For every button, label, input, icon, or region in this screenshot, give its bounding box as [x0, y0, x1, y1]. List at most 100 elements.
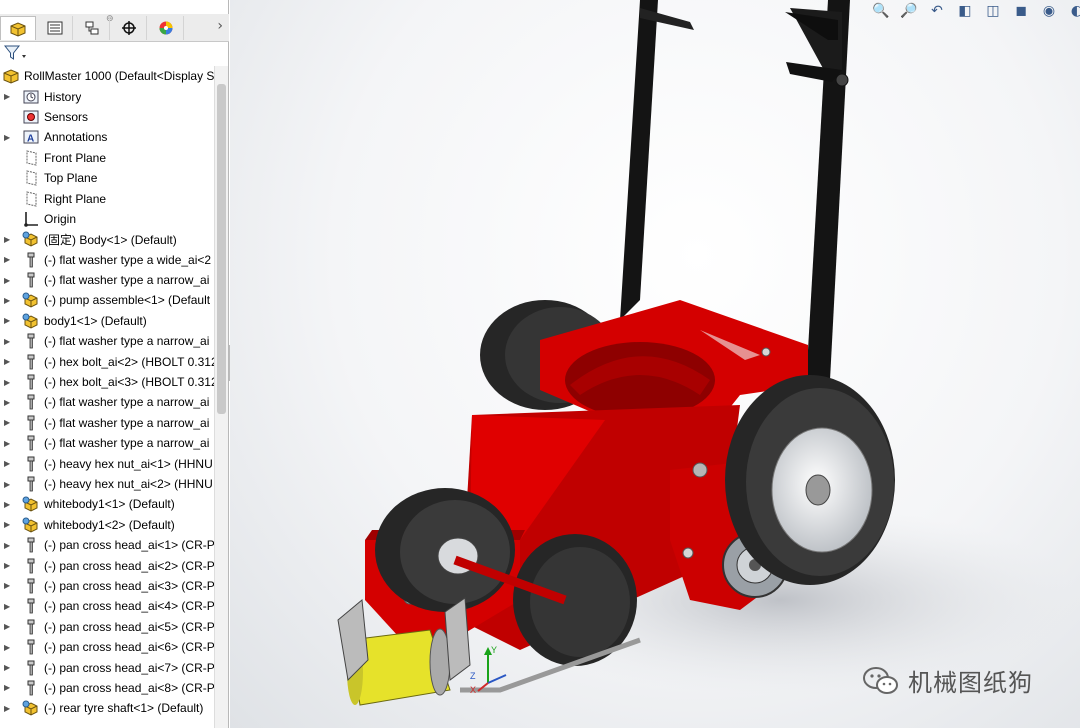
tree-item[interactable]: ▶ (-) pan cross head_ai<3> (CR-P	[0, 576, 214, 596]
tree-item[interactable]: Front Plane	[0, 148, 214, 168]
filter-icon[interactable]	[4, 45, 28, 61]
previous-view-icon[interactable]: ↶	[926, 1, 948, 21]
triad-y-label: Y	[491, 645, 497, 655]
configuration-manager-tab[interactable]	[74, 16, 110, 40]
expand-arrow-icon[interactable]: ▶	[4, 480, 14, 489]
expand-arrow-icon[interactable]: ▶	[4, 276, 14, 285]
tree-item[interactable]: ▶ whitebody1<2> (Default)	[0, 515, 214, 535]
expand-arrow-icon[interactable]: ▶	[4, 296, 14, 305]
part-icon	[22, 660, 40, 676]
tree-item-label: (-) pan cross head_ai<2> (CR-P	[44, 558, 214, 573]
tree-item-label: (-) pump assemble<1> (Default	[44, 293, 211, 308]
chevron-right-icon[interactable]: ›	[217, 18, 223, 34]
expand-arrow-icon[interactable]: ▶	[4, 378, 14, 387]
tree-item[interactable]: ▶ (-) hex bolt_ai<3> (HBOLT 0.312	[0, 372, 214, 392]
tree-item[interactable]: ▶ (-) flat washer type a wide_ai<2	[0, 250, 214, 270]
triad-z-label: Z	[470, 671, 476, 681]
expand-arrow-icon[interactable]: ▶	[4, 398, 14, 407]
display-manager-tab[interactable]	[148, 16, 184, 40]
display-style-icon[interactable]: ◼	[1010, 1, 1032, 21]
tree-item[interactable]: ▶ (-) pan cross head_ai<1> (CR-P	[0, 535, 214, 555]
tree-item-label: (-) pan cross head_ai<1> (CR-P	[44, 538, 214, 553]
tree-item[interactable]: ▶ (-) hex bolt_ai<2> (HBOLT 0.312	[0, 351, 214, 371]
expand-arrow-icon[interactable]: ▶	[4, 500, 14, 509]
tree-item[interactable]: ▶ History	[0, 86, 214, 106]
tree-item[interactable]: ▶ (-) flat washer type a narrow_ai	[0, 413, 214, 433]
tree-item[interactable]: ▶ (-) heavy hex nut_ai<1> (HHNU	[0, 453, 214, 473]
tree-item[interactable]: ▶ (-) pan cross head_ai<6> (CR-P	[0, 637, 214, 657]
feature-tree: RollMaster 1000 (Default<Display St ▶ Hist…	[0, 66, 214, 728]
hide-show-icon[interactable]: ◉	[1038, 1, 1060, 21]
tree-item[interactable]: ▶ whitebody1<1> (Default)	[0, 494, 214, 514]
tree-item[interactable]: ▶ (-) pan cross head_ai<2> (CR-P	[0, 555, 214, 575]
tree-scrollbar[interactable]	[214, 66, 228, 728]
expand-arrow-icon[interactable]: ▶	[4, 316, 14, 325]
view-orientation-icon[interactable]: ◫	[982, 1, 1004, 21]
property-list-icon	[47, 21, 62, 35]
expand-arrow-icon[interactable]: ▶	[4, 683, 14, 692]
tree-item-label: Top Plane	[44, 171, 98, 186]
tree-item-label: (-) flat washer type a narrow_ai	[44, 334, 210, 349]
configuration-icon	[85, 21, 98, 35]
expand-arrow-icon[interactable]: ▶	[4, 418, 14, 427]
expand-arrow-icon[interactable]: ▶	[4, 235, 14, 244]
tree-item[interactable]: ▶ A Annotations	[0, 127, 214, 147]
rear-right-wheel[interactable]	[725, 375, 895, 585]
tree-item[interactable]: ▶ (-) flat washer type a narrow_ai	[0, 270, 214, 290]
model-view[interactable]	[230, 0, 1080, 728]
expand-arrow-icon[interactable]: ▶	[4, 133, 14, 142]
expand-arrow-icon[interactable]: ▶	[4, 541, 14, 550]
expand-arrow-icon[interactable]: ▶	[4, 602, 14, 611]
subassembly-icon	[22, 313, 40, 329]
expand-arrow-icon[interactable]: ▶	[4, 663, 14, 672]
graphics-area[interactable]: 🔍🔎↶◧◫◼◉◐◭▭ Y Z X	[230, 0, 1080, 728]
expand-arrow-icon[interactable]: ▶	[4, 255, 14, 264]
zoom-to-fit-icon[interactable]: 🔍	[870, 1, 892, 21]
expand-arrow-icon[interactable]: ▶	[4, 439, 14, 448]
tree-root-item[interactable]: RollMaster 1000 (Default<Display St	[0, 66, 214, 86]
edit-appearance-icon[interactable]: ◐	[1066, 1, 1080, 21]
expand-arrow-icon[interactable]: ▶	[4, 704, 14, 713]
tree-item[interactable]: ▶ (-) pan cross head_ai<7> (CR-P	[0, 657, 214, 677]
section-view-icon[interactable]: ◧	[954, 1, 976, 21]
tree-item[interactable]: ▶ (-) heavy hex nut_ai<2> (HHNU	[0, 474, 214, 494]
expand-arrow-icon[interactable]: ▶	[4, 581, 14, 590]
tree-item[interactable]: ▶ (-) rear tyre shaft<1> (Default)	[0, 698, 214, 718]
expand-arrow-icon[interactable]: ▶	[4, 357, 14, 366]
tree-item[interactable]: ▶ (-) pan cross head_ai<4> (CR-P	[0, 596, 214, 616]
expand-arrow-icon[interactable]: ▶	[4, 459, 14, 468]
tree-item[interactable]: Sensors	[0, 107, 214, 127]
tree-item[interactable]: Right Plane	[0, 188, 214, 208]
front-left-wheel[interactable]	[375, 488, 515, 612]
expand-arrow-icon[interactable]: ▶	[4, 622, 14, 631]
tree-item[interactable]: ▶ (-) pan cross head_ai<8> (CR-P	[0, 678, 214, 698]
tree-item-label: RollMaster 1000 (Default<Display St	[24, 69, 214, 84]
property-manager-tab[interactable]	[37, 16, 73, 40]
dimxpert-tab[interactable]	[111, 16, 147, 40]
tree-item[interactable]: Origin	[0, 209, 214, 229]
expand-arrow-icon[interactable]: ▶	[4, 92, 14, 101]
expand-arrow-icon[interactable]: ▶	[4, 520, 14, 529]
expand-arrow-icon[interactable]: ▶	[4, 561, 14, 570]
tree-item-label: History	[44, 89, 82, 104]
tree-item-label: (-) pan cross head_ai<4> (CR-P	[44, 599, 214, 614]
tree-item-label: whitebody1<1> (Default)	[44, 497, 175, 512]
part-icon	[22, 619, 40, 635]
part-icon	[22, 354, 40, 370]
feature-manager-tab[interactable]	[0, 16, 36, 40]
tree-item[interactable]: ▶ (-) flat washer type a narrow_ai	[0, 392, 214, 412]
part-icon	[22, 435, 40, 451]
tree-item[interactable]: ▶ (-) pump assemble<1> (Default	[0, 290, 214, 310]
scrollbar-thumb[interactable]	[217, 84, 226, 414]
origin-icon	[22, 211, 40, 227]
expand-arrow-icon[interactable]: ▶	[4, 337, 14, 346]
expand-arrow-icon[interactable]: ▶	[4, 643, 14, 652]
tree-item[interactable]: ▶ body1<1> (Default)	[0, 311, 214, 331]
tree-item[interactable]: ▶ (-) flat washer type a narrow_ai	[0, 433, 214, 453]
tree-item[interactable]: ▶ (-) flat washer type a narrow_ai	[0, 331, 214, 351]
zoom-area-icon[interactable]: 🔎	[898, 1, 920, 21]
tree-item[interactable]: ▶ (-) pan cross head_ai<5> (CR-P	[0, 617, 214, 637]
part-icon	[22, 578, 40, 594]
tree-item[interactable]: ▶ (固定) Body<1> (Default)	[0, 229, 214, 249]
tree-item[interactable]: Top Plane	[0, 168, 214, 188]
